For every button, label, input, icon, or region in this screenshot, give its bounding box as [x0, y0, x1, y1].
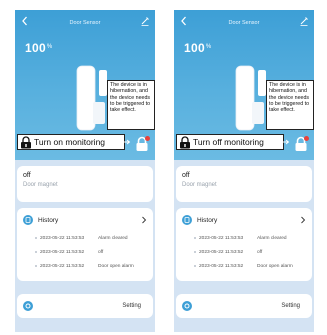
setting-row[interactable]: Setting [17, 294, 153, 318]
lock-button[interactable] [292, 135, 310, 153]
battery-unit: % [46, 44, 53, 50]
door-state-value: off [23, 172, 31, 179]
arrow-right-icon [282, 139, 290, 145]
event-dot [194, 251, 196, 253]
arrow-right-icon [123, 139, 131, 145]
history-event: 2023-05-22 11:53:52 off [23, 245, 147, 259]
history-header[interactable]: History [182, 214, 306, 226]
history-events: 2023-05-22 11:53:53 Alarm cleared 2023-0… [182, 231, 306, 273]
door-state-card: off Door magnet [176, 166, 312, 202]
battery-value: 100 [184, 41, 205, 55]
history-event: 2023-05-22 11:53:53 Alarm cleared [23, 231, 147, 245]
monitoring-label: Turn off monitoring [193, 137, 264, 147]
event-description: off [257, 249, 263, 255]
chevron-right-icon [142, 216, 147, 224]
lock-icon [21, 135, 31, 148]
history-title: History [38, 216, 59, 224]
door-sensor-screen-1: Door Sensor 100% The device is in hibern… [15, 10, 155, 332]
device-hero: Door Sensor 100% The device is in hibern… [15, 10, 155, 160]
door-state-value: off [182, 172, 190, 179]
back-icon[interactable] [20, 15, 30, 27]
monitoring-toggle[interactable]: Turn on monitoring [17, 134, 125, 150]
history-title: History [197, 216, 218, 224]
event-time: 2023-05-22 11:53:52 [40, 263, 85, 269]
settings-icon [182, 301, 192, 311]
event-time: 2023-05-22 11:53:53 [199, 235, 244, 241]
back-icon[interactable] [179, 15, 189, 27]
edit-icon[interactable] [299, 15, 309, 27]
battery-unit: % [205, 44, 212, 50]
door-sensor-screen-2: Door Sensor 100% The device is in hibern… [174, 10, 314, 332]
setting-label: Setting [281, 303, 300, 309]
event-description: Alarm cleared [98, 235, 128, 241]
history-event: 2023-05-22 11:53:52 off [182, 245, 306, 259]
chevron-right-icon [301, 216, 306, 224]
event-description: Door open alarm [257, 263, 293, 269]
settings-icon [23, 301, 33, 311]
battery-value: 100 [25, 41, 46, 55]
event-dot [194, 237, 196, 239]
setting-row[interactable]: Setting [176, 294, 312, 318]
battery-level: 100% [25, 41, 53, 55]
nav-bar: Door Sensor [174, 10, 314, 32]
history-card: History 2023-05-22 11:53:53 Alarm cleare… [176, 208, 312, 281]
event-dot [35, 251, 37, 253]
history-event: 2023-05-22 11:53:53 Alarm cleared [182, 231, 306, 245]
history-events: 2023-05-22 11:53:53 Alarm cleared 2023-0… [23, 231, 147, 273]
event-description: Alarm cleared [257, 235, 287, 241]
lock-button[interactable] [133, 135, 151, 153]
history-icon [182, 215, 192, 225]
lock-icon [180, 135, 190, 148]
history-card: History 2023-05-22 11:53:53 Alarm cleare… [17, 208, 153, 281]
nav-title: Door Sensor [69, 20, 101, 26]
event-dot [35, 265, 37, 267]
event-description: off [98, 249, 104, 255]
door-state-card: off Door magnet [17, 166, 153, 202]
event-dot [35, 237, 37, 239]
history-header[interactable]: History [23, 214, 147, 226]
history-icon [23, 215, 33, 225]
event-time: 2023-05-22 11:53:52 [199, 263, 244, 269]
battery-level: 100% [184, 41, 212, 55]
hibernation-tooltip: The device is in hibernation, and the de… [107, 80, 155, 130]
monitoring-label: Turn on monitoring [34, 137, 106, 147]
event-time: 2023-05-22 11:53:53 [40, 235, 85, 241]
event-dot [194, 265, 196, 267]
event-description: Door open alarm [98, 263, 134, 269]
nav-title: Door Sensor [228, 20, 260, 26]
monitoring-toggle[interactable]: Turn off monitoring [176, 134, 284, 150]
door-state-type: Door magnet [23, 182, 58, 188]
event-time: 2023-05-22 11:53:52 [40, 249, 85, 255]
event-time: 2023-05-22 11:53:52 [199, 249, 244, 255]
door-state-type: Door magnet [182, 182, 217, 188]
hibernation-tooltip: The device is in hibernation, and the de… [266, 80, 314, 130]
app-screens: Door Sensor 100% The device is in hibern… [0, 0, 327, 335]
edit-icon[interactable] [140, 15, 150, 27]
nav-bar: Door Sensor [15, 10, 155, 32]
history-event: 2023-05-22 11:53:52 Door open alarm [23, 259, 147, 273]
setting-label: Setting [122, 303, 141, 309]
device-hero: Door Sensor 100% The device is in hibern… [174, 10, 314, 160]
history-event: 2023-05-22 11:53:52 Door open alarm [182, 259, 306, 273]
